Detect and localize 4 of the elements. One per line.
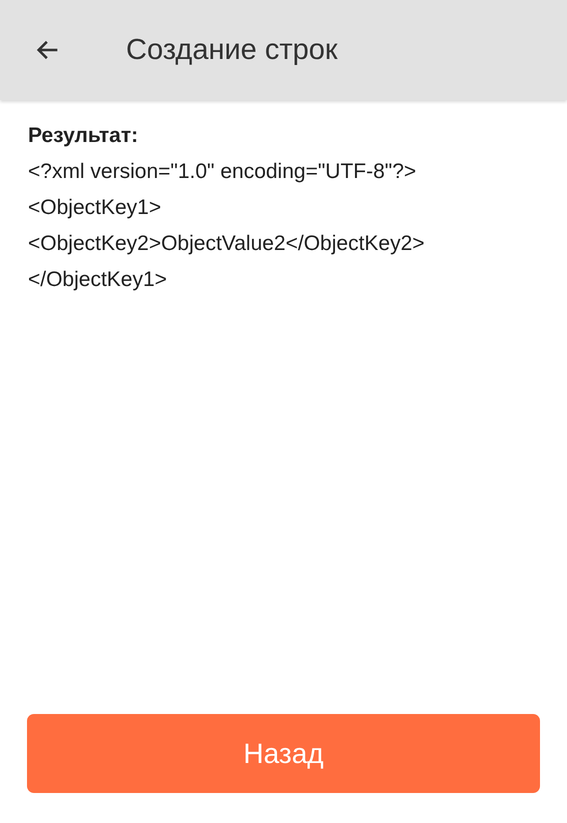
screen-title: Создание строк [126, 34, 338, 66]
back-button[interactable]: Назад [27, 714, 540, 793]
result-text: <?xml version="1.0" encoding="UTF-8"?><ObjectKey1><ObjectKey2>ObjectValue2</ObjectKey2></ObjectKey1> [28, 159, 426, 293]
result-label: Результат: [28, 124, 140, 148]
